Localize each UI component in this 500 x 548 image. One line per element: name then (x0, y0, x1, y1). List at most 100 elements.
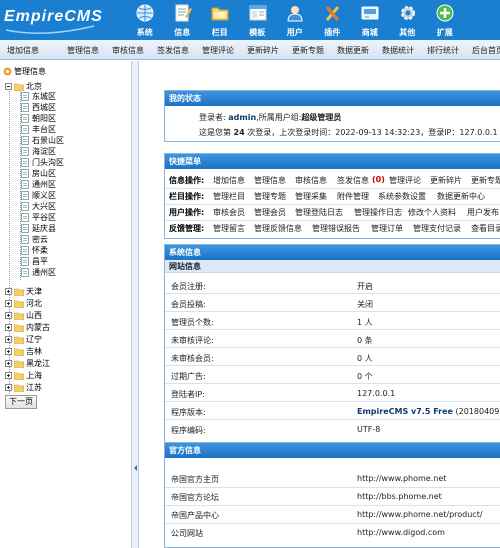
quick-link[interactable]: 更新专题 (471, 175, 500, 186)
topnav-info[interactable]: 信息 (164, 0, 202, 40)
subbar-audit-info[interactable]: 审核信息 (112, 45, 144, 56)
quick-link[interactable]: 签发信息 (337, 175, 369, 186)
tree-leaf[interactable]: 怀柔 (21, 245, 48, 256)
row-divider (165, 347, 500, 348)
expand-toggle-icon[interactable] (5, 300, 12, 307)
quick-link[interactable]: 管理订单 (371, 223, 403, 234)
tree-leaf[interactable]: 通州区 (21, 179, 56, 190)
quick-link[interactable]: 审核会员 (213, 207, 245, 218)
topnav-template[interactable]: 模板 (239, 0, 277, 40)
tree-leaf[interactable]: 海淀区 (21, 146, 56, 157)
tree-leaf[interactable]: 朝阳区 (21, 113, 56, 124)
topnav-shop[interactable]: 商城 (351, 0, 389, 40)
tree-leaf[interactable]: 门头沟区 (21, 157, 64, 168)
subbar-data-update[interactable]: 数据更新 (337, 45, 369, 56)
page-icon (21, 191, 29, 200)
quick-link[interactable]: 管理专题 (254, 191, 286, 202)
page-icon (21, 235, 29, 244)
subbar-admin-home[interactable]: 后台首页 (472, 45, 500, 56)
expand-toggle-icon[interactable] (5, 288, 12, 295)
next-page-button[interactable]: 下一页 (5, 395, 37, 409)
expand-toggle-icon[interactable] (5, 384, 12, 391)
tree-node[interactable]: 河北 (5, 298, 42, 309)
quick-link[interactable]: 管理会员 (254, 207, 286, 218)
topnav-user[interactable]: 用户 (276, 0, 314, 40)
quick-link[interactable]: 系统参数设置 (378, 191, 426, 202)
quick-link[interactable]: 管理信息 (254, 175, 286, 186)
expand-toggle-icon[interactable] (5, 348, 12, 355)
subbar-add-info[interactable]: 增加信息 (7, 45, 39, 56)
expand-toggle-icon[interactable] (5, 324, 12, 331)
page-icon (21, 257, 29, 266)
quick-link[interactable]: 管理栏目 (213, 191, 245, 202)
subbar-data-stats[interactable]: 数据统计 (382, 45, 414, 56)
subbar-rank-stats[interactable]: 排行统计 (427, 45, 459, 56)
expand-toggle-icon[interactable] (5, 336, 12, 343)
subbar-update-topics[interactable]: 更新专题 (292, 45, 324, 56)
quick-link[interactable]: 附件管理 (337, 191, 369, 202)
row-divider (165, 419, 500, 420)
tree-node[interactable]: 江苏 (5, 382, 42, 393)
quick-link[interactable]: 更新碎片 (430, 175, 462, 186)
tree-leaf-label: 丰台区 (32, 125, 56, 134)
quick-link[interactable]: 管理错误报告 (312, 223, 360, 234)
quick-link[interactable]: 管理反馈信息 (254, 223, 302, 234)
panel-splitter[interactable] (131, 61, 139, 548)
tree-leaf[interactable]: 石景山区 (21, 135, 64, 146)
page-icon (21, 136, 29, 145)
tree-leaf[interactable]: 大兴区 (21, 201, 56, 212)
topnav-plugin[interactable]: 插件 (314, 0, 352, 40)
quick-link[interactable]: 管理评论 (389, 175, 421, 186)
official-link[interactable]: http://bbs.phome.net (357, 492, 442, 501)
tree-node[interactable]: 天津 (5, 286, 42, 297)
tree-leaf[interactable]: 平谷区 (21, 212, 56, 223)
tree-leaf[interactable]: 顺义区 (21, 190, 56, 201)
expand-toggle-icon[interactable] (5, 360, 12, 367)
tree-node[interactable]: 内蒙古 (5, 322, 50, 333)
tree-leaf-label: 大兴区 (32, 202, 56, 211)
quick-link[interactable]: 数据更新中心 (437, 191, 485, 202)
tree-node[interactable]: 吉林 (5, 346, 42, 357)
tree-node[interactable]: 上海 (5, 370, 42, 381)
tree-leaf[interactable]: 密云 (21, 234, 48, 245)
subbar-sign-info[interactable]: 签发信息 (157, 45, 189, 56)
tree-node[interactable]: 辽宁 (5, 334, 42, 345)
quick-link[interactable]: 查看目录权 (471, 223, 500, 234)
tree-root[interactable]: 管理信息 (3, 66, 46, 77)
topnav-system[interactable]: 系统 (126, 0, 164, 40)
tree-leaf[interactable]: 通州区 (21, 267, 56, 278)
quick-link[interactable]: 管理登陆日志 (295, 207, 343, 218)
tree-leaf[interactable]: 西城区 (21, 102, 56, 113)
quick-toolbar: 增加信息 管理信息 审核信息 签发信息 管理评论 更新碎片 更新专题 数据更新 … (0, 40, 500, 60)
tree-node[interactable]: 黑龙江 (5, 358, 50, 369)
quick-link[interactable]: 管理支付记录 (413, 223, 461, 234)
official-link[interactable]: http://www.phome.net (357, 474, 446, 483)
expand-toggle-icon[interactable] (5, 372, 12, 379)
quick-link[interactable]: 用户发布 (467, 207, 499, 218)
topnav-column[interactable]: 栏目 (201, 0, 239, 40)
empirecms-logo[interactable]: EmpireCMS (4, 4, 122, 36)
tree-leaf[interactable]: 昌平 (21, 256, 48, 267)
tree-leaf[interactable]: 东城区 (21, 91, 56, 102)
topnav-other[interactable]: 其他 (389, 0, 427, 40)
quick-link[interactable]: 管理操作日志 (354, 207, 402, 218)
row-divider (165, 311, 500, 312)
quick-link[interactable]: 增加信息 (213, 175, 245, 186)
topnav-extend[interactable]: 扩展 (426, 0, 464, 40)
official-link[interactable]: http://www.digod.com (357, 528, 445, 537)
collapse-arrow-icon[interactable] (134, 465, 137, 471)
collapse-toggle-icon[interactable] (5, 83, 12, 90)
official-link[interactable]: http://www.phome.net/product/ (357, 510, 483, 519)
quick-link[interactable]: 修改个人资料 (408, 207, 456, 218)
quick-link[interactable]: 管理留言 (213, 223, 245, 234)
subbar-manage-info[interactable]: 管理信息 (67, 45, 99, 56)
subbar-update-fragments[interactable]: 更新碎片 (247, 45, 279, 56)
tree-leaf[interactable]: 延庆县 (21, 223, 56, 234)
tree-leaf[interactable]: 丰台区 (21, 124, 56, 135)
tree-node[interactable]: 山西 (5, 310, 42, 321)
tree-leaf[interactable]: 房山区 (21, 168, 56, 179)
subbar-manage-comments[interactable]: 管理评论 (202, 45, 234, 56)
quick-link[interactable]: 管理采集 (295, 191, 327, 202)
quick-link[interactable]: 审核信息 (295, 175, 327, 186)
expand-toggle-icon[interactable] (5, 312, 12, 319)
